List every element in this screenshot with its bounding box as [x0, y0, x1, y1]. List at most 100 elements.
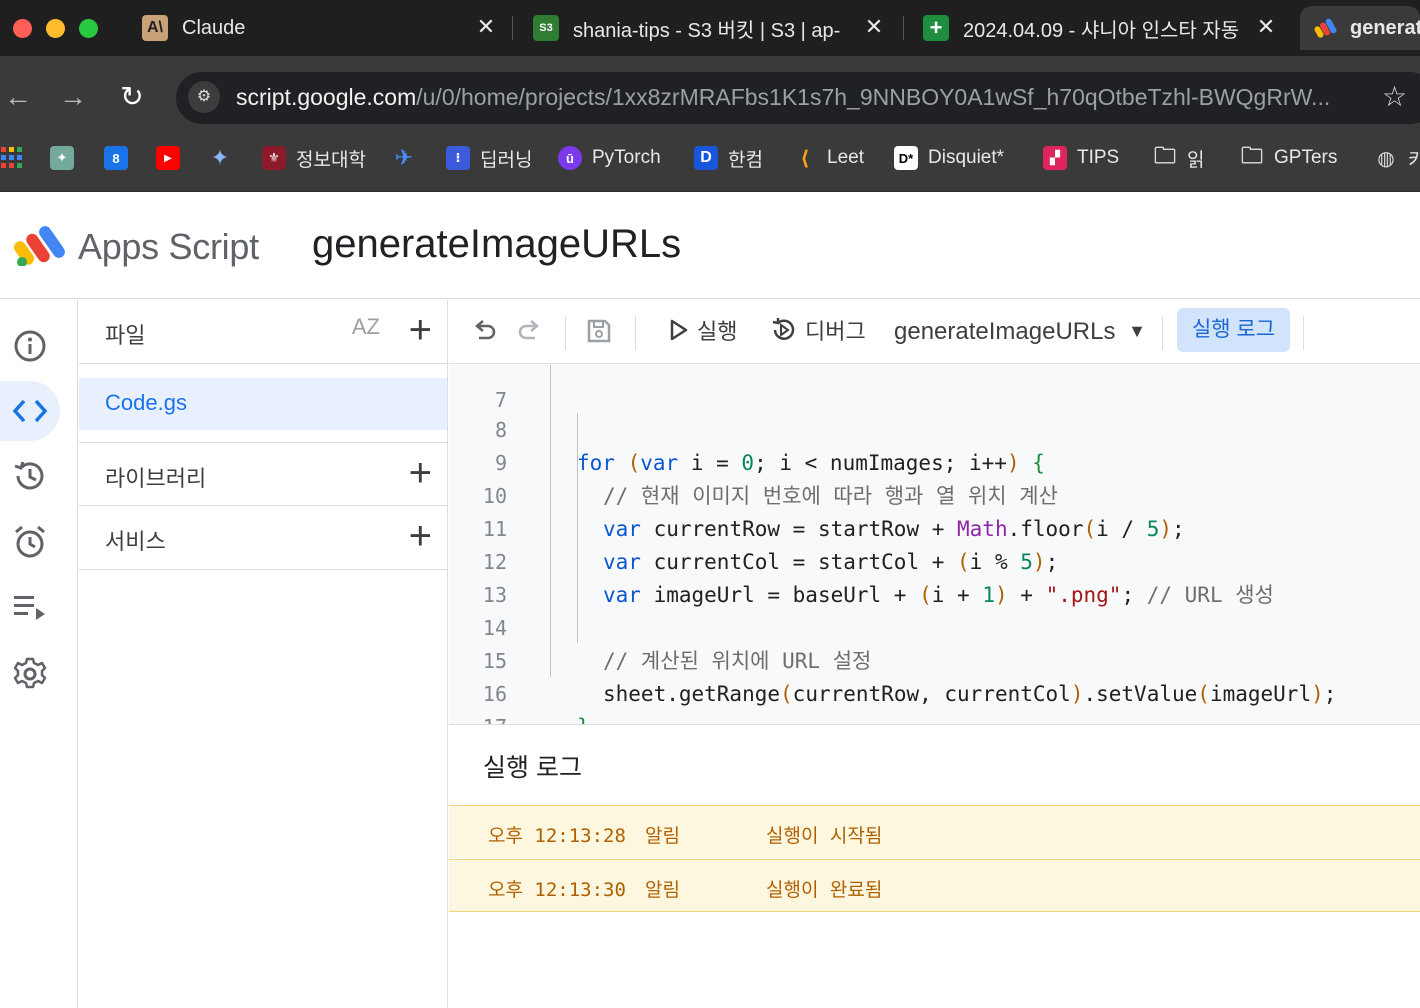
- reload-icon[interactable]: ↻: [114, 82, 150, 112]
- editor-button[interactable]: [0, 381, 60, 441]
- bookmark-star-icon[interactable]: ☆: [1382, 80, 1407, 113]
- dropdown-arrow-icon: ▼: [1128, 321, 1146, 341]
- aws-s3-icon: S3: [533, 15, 559, 41]
- claude-icon: A\: [142, 15, 168, 41]
- tab-divider: [512, 16, 513, 40]
- files-title: 파일: [105, 323, 146, 348]
- gear-icon: [13, 657, 47, 689]
- redo-icon: [518, 320, 539, 340]
- run-label: 실행: [697, 319, 738, 344]
- bookmark-pytorch[interactable]: ū PyTorch: [558, 142, 661, 174]
- code-line: 14 // 계산된 위치에 URL 설정: [449, 579, 1420, 673]
- app-brand: Apps Script: [78, 226, 259, 267]
- code-line: 8 for (var i = 0; i < numImages; i++) {: [449, 381, 1420, 475]
- bookmark-deeplearning[interactable]: ⁝ 딥러닝: [446, 142, 532, 174]
- bookmark-youtube[interactable]: ▶: [156, 142, 190, 174]
- globe-icon: ◍: [1377, 147, 1395, 170]
- apps-grid-icon: [0, 146, 24, 170]
- close-icon[interactable]: ✕: [472, 14, 500, 40]
- sort-az-icon[interactable]: AZ: [352, 314, 380, 340]
- code-editor[interactable]: 7 8 for (var i = 0; i < numImages; i++) …: [449, 365, 1420, 725]
- bookmark-gemini[interactable]: ✦: [208, 142, 242, 174]
- pytorch-icon: ū: [558, 146, 582, 170]
- gemini-icon: ✦: [210, 145, 230, 170]
- bookmark-disquiet[interactable]: D* Disquiet*: [894, 142, 1004, 174]
- add-service-button[interactable]: +: [409, 516, 432, 556]
- triggers-button[interactable]: [0, 512, 60, 572]
- log-time: 오후 12:13:28: [488, 825, 626, 847]
- bookmark-calendar[interactable]: 8: [104, 142, 138, 174]
- bookmark-chatgpt[interactable]: ✦: [50, 142, 84, 174]
- code-line: 15 sheet.getRange(currentRow, currentCol…: [449, 612, 1420, 706]
- toolbar-divider: [1162, 316, 1163, 350]
- services-title: 서비스: [105, 529, 166, 554]
- folder-icon: 🗀: [1240, 143, 1263, 168]
- back-icon[interactable]: ←: [0, 82, 36, 112]
- bookmark-leet[interactable]: ⟨ Leet: [793, 142, 864, 174]
- window-close-button[interactable]: [13, 19, 32, 38]
- services-section-header: 서비스 +: [79, 506, 448, 570]
- window-minimize-button[interactable]: [46, 19, 65, 38]
- executions-button[interactable]: [0, 578, 60, 638]
- bookmark-university[interactable]: ⚜ 정보대학: [262, 142, 366, 174]
- url-path: /u/0/home/projects/1xx8zrMRAFbs1K1s7h_9N…: [416, 84, 1331, 110]
- code-line: 18: [449, 711, 1420, 724]
- tab-sheets[interactable]: + 2024.04.09 - 샤니아 인스타 자동 ✕: [923, 6, 1280, 50]
- close-icon[interactable]: ✕: [860, 14, 888, 40]
- disquiet-icon: D*: [894, 146, 918, 170]
- log-entry: 오후 12:13:30 알림 실행이 완료됨: [449, 859, 1420, 912]
- bookmark-globe[interactable]: ◍ 키: [1374, 142, 1420, 174]
- tips-icon: ▞: [1043, 146, 1067, 170]
- bookmark-airplane[interactable]: ✈: [392, 142, 426, 174]
- project-history-button[interactable]: [0, 446, 60, 506]
- window-maximize-button[interactable]: [79, 19, 98, 38]
- bookmark-hancom[interactable]: D 한컴: [694, 142, 763, 174]
- bookmark-label: Disquiet*: [928, 147, 1005, 168]
- undo-icon: [475, 320, 496, 340]
- url-text[interactable]: script.google.com/u/0/home/projects/1xx8…: [236, 84, 1376, 111]
- redo-button[interactable]: [517, 318, 543, 344]
- file-item-code-gs[interactable]: Code.gs: [79, 378, 447, 430]
- add-library-button[interactable]: +: [409, 453, 432, 493]
- bookmark-label: TIPS: [1077, 147, 1120, 168]
- bookmark-folder-read[interactable]: 🗀 읽: [1153, 142, 1205, 174]
- execution-log-button[interactable]: 실행 로그: [1177, 308, 1290, 352]
- close-icon[interactable]: ✕: [1252, 14, 1280, 40]
- forward-icon[interactable]: →: [55, 82, 91, 112]
- bookmark-label: GPTers: [1274, 147, 1338, 168]
- run-button[interactable]: 실행: [669, 314, 737, 346]
- bookmark-label: 정보대학: [296, 149, 366, 171]
- save-button[interactable]: [585, 317, 613, 345]
- undo-button[interactable]: [471, 318, 497, 344]
- bookmark-apps[interactable]: [0, 142, 34, 174]
- folder-icon: 🗀: [1153, 143, 1176, 168]
- function-select[interactable]: generateImageURLs ▼: [894, 318, 1146, 346]
- debug-button[interactable]: 디버그: [769, 314, 866, 346]
- bookmark-folder-gpters[interactable]: 🗀 GPTers: [1240, 142, 1337, 174]
- site-settings-icon[interactable]: ⚙: [188, 81, 220, 113]
- bookmark-label: 한컴: [728, 149, 763, 171]
- toolbar-divider: [635, 316, 636, 350]
- tab-claude[interactable]: A\ Claude ✕: [142, 6, 500, 50]
- bookmark-label: 키: [1408, 149, 1420, 171]
- apps-script-logo: [14, 226, 65, 266]
- tab-apps-script[interactable]: generat: [1300, 6, 1420, 50]
- apps-script-icon: [1314, 16, 1338, 40]
- project-title[interactable]: generateImageURLs: [312, 222, 681, 267]
- log-entry: 오후 12:13:28 알림 실행이 시작됨: [449, 805, 1420, 858]
- code-line: 17 }: [449, 678, 1420, 724]
- airplane-icon: ✈: [394, 145, 414, 170]
- info-icon: [14, 330, 46, 362]
- tab-title: Claude: [182, 16, 246, 39]
- tab-title: generat: [1350, 16, 1420, 39]
- project-settings-button[interactable]: [0, 644, 60, 704]
- university-icon: ⚜: [262, 146, 286, 170]
- bookmark-label: Leet: [827, 147, 864, 168]
- debug-label: 디버그: [805, 319, 866, 344]
- overview-button[interactable]: [0, 316, 60, 376]
- bookmark-tips[interactable]: ▞ TIPS: [1043, 142, 1119, 174]
- add-file-button[interactable]: +: [409, 310, 432, 350]
- log-message: 실행이 완료됨: [766, 879, 883, 901]
- tab-s3[interactable]: S3 shania-tips - S3 버킷 | S3 | ap- ✕: [533, 6, 888, 50]
- function-select-value: generateImageURLs: [894, 318, 1116, 345]
